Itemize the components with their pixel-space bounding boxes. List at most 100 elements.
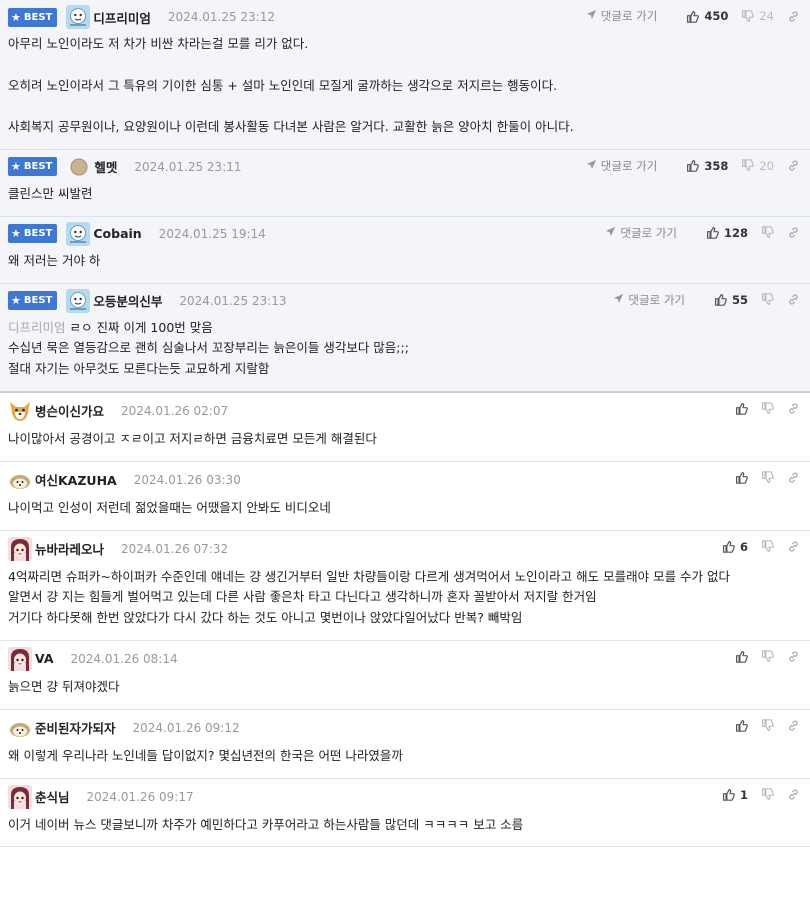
thumbs-down-icon — [761, 650, 774, 663]
go-to-comment-link[interactable]: 댓글로 가기 — [613, 292, 685, 308]
avatar[interactable] — [66, 288, 91, 313]
comment-text-line: 오히려 노인이라서 그 특유의 기이한 심통 + 설마 노인인데 모질게 굴까하… — [8, 76, 802, 97]
dislike-button[interactable]: 20 — [741, 159, 774, 173]
like-button[interactable]: 450 — [686, 9, 728, 23]
thumbs-down-icon — [741, 9, 755, 23]
dislike-button[interactable]: 24 — [741, 9, 774, 23]
like-button[interactable]: 128 — [706, 226, 748, 240]
user-nickname[interactable]: 뉴바라레오나 — [35, 539, 104, 558]
like-button[interactable] — [735, 402, 748, 416]
comment-text-line: 거기다 하다못해 한번 앉았다가 다시 갔다 하는 것도 아니고 몇번이나 앉았… — [8, 608, 802, 629]
avatar[interactable] — [8, 646, 32, 671]
comment: 준비된자가되자 2024.01.26 09:12 왜 이렇게 우리나라 노인네들 답… — [0, 710, 810, 779]
like-button[interactable] — [735, 650, 748, 664]
comment-text-line: 나이많아서 공경이고 ㅈㄹ이고 저지ㄹ하면 금융치료면 모든게 해결된다 — [8, 429, 802, 450]
go-to-comment-link[interactable]: 댓글로 가기 — [586, 8, 657, 24]
comment-text: 나이먹고 인성이 저런데 젊었을때는 어땠을지 안봐도 비디오네 — [8, 499, 331, 515]
copy-link-button[interactable] — [787, 788, 800, 801]
like-count: 128 — [723, 225, 748, 240]
star-icon: ★ — [11, 160, 21, 174]
thumbs-up-icon — [722, 788, 735, 801]
avatar[interactable] — [8, 468, 32, 492]
user-nickname[interactable]: 오등분의신부 — [93, 291, 162, 310]
like-button[interactable] — [735, 719, 748, 733]
dislike-count: 24 — [759, 9, 774, 23]
copy-link-button[interactable] — [787, 293, 800, 306]
comment-text: 왜 저러는 거야 하 — [8, 252, 101, 268]
best-badge: ★ BEST — [8, 157, 58, 177]
link-icon — [787, 293, 800, 306]
comment-text-line: 디프리미엄 ㄹㅇ 진짜 이게 100번 맞음 — [8, 318, 802, 339]
comment-actions: 6 — [709, 531, 800, 563]
user-nickname[interactable]: Cobain — [93, 226, 141, 241]
avatar[interactable] — [8, 399, 32, 423]
user-nickname[interactable]: 춘식님 — [35, 787, 70, 806]
thumbs-down-icon — [761, 293, 774, 306]
copy-link-button[interactable] — [787, 471, 800, 484]
star-icon: ★ — [11, 227, 21, 241]
reply-target-nickname[interactable]: 디프리미엄 — [8, 320, 66, 335]
comment: VA 2024.01.26 08:14 늙으면 걍 뒤져야겠다 — [0, 641, 810, 710]
thumbs-up-icon — [735, 471, 748, 485]
avatar[interactable] — [8, 536, 32, 561]
user-nickname[interactable]: 디프리미엄 — [93, 8, 151, 27]
user-nickname[interactable]: 병슨이신가요 — [35, 401, 104, 420]
copy-link-button[interactable] — [787, 719, 800, 732]
go-to-comment-link[interactable]: 댓글로 가기 — [605, 225, 677, 241]
dislike-button[interactable] — [761, 402, 774, 415]
dislike-button[interactable] — [761, 471, 774, 484]
avatar[interactable] — [66, 221, 91, 246]
copy-link-button[interactable] — [787, 226, 800, 239]
comment-actions — [722, 710, 800, 742]
like-button[interactable]: 1 — [722, 788, 748, 802]
arrow-icon — [605, 226, 620, 240]
thumbs-up-icon — [735, 650, 748, 664]
user-nickname[interactable]: 준비된자가되자 — [35, 718, 116, 737]
avatar[interactable] — [8, 784, 32, 809]
copy-link-button[interactable] — [787, 159, 800, 172]
comment-text-line: 이거 네이버 뉴스 댓글보니까 차주가 예민하다고 카푸어라고 하는사람들 많던… — [8, 815, 802, 836]
comment-text: 나이많아서 공경이고 ㅈㄹ이고 저지ㄹ하면 금융치료면 모든게 해결된다 — [8, 430, 377, 446]
comment-actions: 댓글로 가기 450 24 — [586, 0, 800, 32]
dislike-button[interactable] — [761, 226, 774, 239]
comment: 뉴바라레오나 2024.01.26 07:32 6 4억짜리면 슈퍼카~하이퍼카 수준… — [0, 531, 810, 641]
avatar[interactable] — [66, 5, 91, 29]
copy-link-button[interactable] — [787, 650, 800, 663]
copy-link-button[interactable] — [787, 540, 800, 553]
dislike-button[interactable] — [761, 540, 774, 553]
user-nickname[interactable]: 여신KAZUHA — [35, 470, 117, 489]
comment-text: 클린스만 씨발련 — [8, 185, 93, 201]
comment-body: 4억짜리면 슈퍼카~하이퍼카 수준인데 얘네는 걍 생긴거부터 일반 차량들이랑… — [8, 567, 802, 640]
like-button[interactable]: 55 — [714, 293, 748, 307]
dislike-button[interactable] — [761, 788, 774, 801]
copy-link-button[interactable] — [787, 402, 800, 415]
comment: 병슨이신가요 2024.01.26 02:07 나이많아서 공경이고 ㅈㄹ이고 저지… — [0, 393, 810, 462]
comment: 여신KAZUHA 2024.01.26 03:30 나이먹고 인성이 저런데 젊었을… — [0, 462, 810, 531]
go-to-comment-link[interactable]: 댓글로 가기 — [586, 158, 657, 174]
user-nickname[interactable]: VA — [35, 651, 54, 666]
like-button[interactable]: 358 — [686, 159, 728, 173]
like-button[interactable]: 6 — [722, 540, 748, 554]
avatar[interactable] — [70, 158, 88, 176]
arrow-icon — [586, 9, 601, 23]
best-comment: ★ BEST 디프리미엄 2024.01.25 23:12 댓글로 가기 450 24 아무리… — [0, 0, 810, 150]
comment-body: 디프리미엄 ㄹㅇ 진짜 이게 100번 맞음 수십년 묵은 열등감으로 괜히 심술나… — [8, 318, 802, 391]
comment-text: 사회복지 공무원이나, 요양원이나 이런데 봉사활동 다녀본 사람은 알거다. … — [8, 119, 574, 135]
dislike-button[interactable] — [761, 293, 774, 306]
link-icon — [787, 402, 800, 415]
like-count: 358 — [704, 158, 729, 173]
like-button[interactable] — [735, 471, 748, 485]
thumbs-up-icon — [686, 10, 700, 23]
dislike-button[interactable] — [761, 719, 774, 732]
comment-text-line: 수십년 묵은 열등감으로 괜히 심술나서 꼬장부리는 늙은이들 생각보다 많음;… — [8, 338, 802, 359]
avatar[interactable] — [8, 716, 32, 740]
comment-header: 춘식님 2024.01.26 09:17 — [8, 779, 802, 815]
comment-date: 2024.01.25 23:12 — [167, 10, 275, 24]
best-badge-label: BEST — [23, 161, 53, 173]
comment-actions — [722, 462, 800, 494]
comment-text-line — [8, 96, 802, 117]
dislike-button[interactable] — [761, 650, 774, 663]
copy-link-button[interactable] — [787, 10, 800, 23]
user-nickname[interactable]: 헬멧 — [94, 157, 117, 176]
thumbs-up-icon — [735, 719, 748, 733]
